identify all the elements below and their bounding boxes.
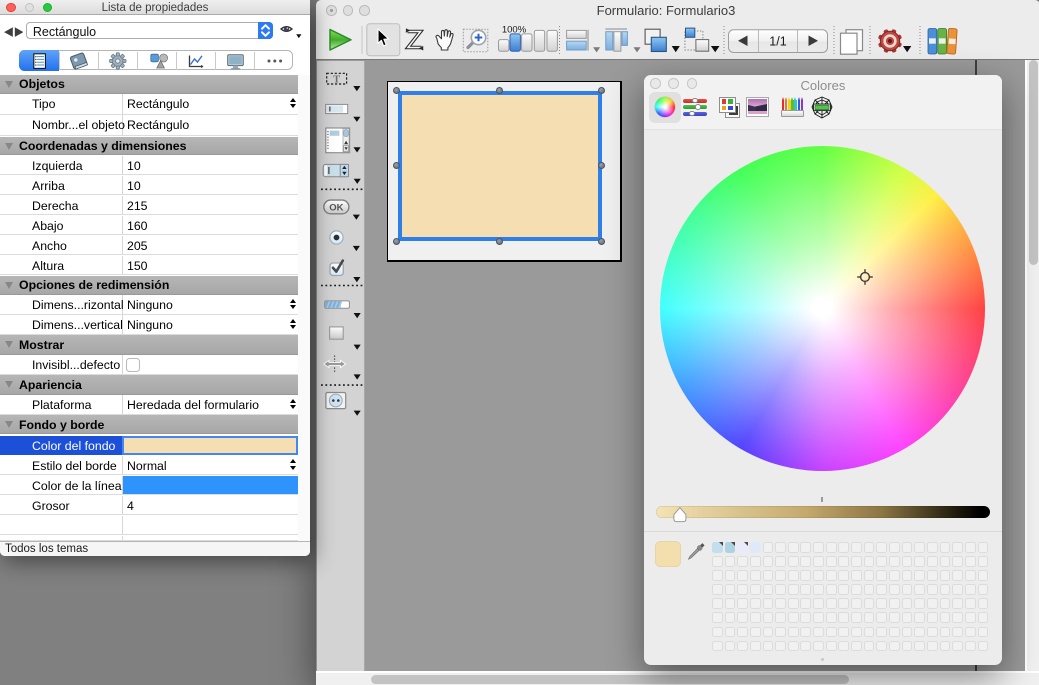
svg-text:1/1: 1/1 [769, 34, 786, 48]
svg-text:T: T [333, 75, 340, 86]
svg-text:OK: OK [329, 202, 343, 213]
